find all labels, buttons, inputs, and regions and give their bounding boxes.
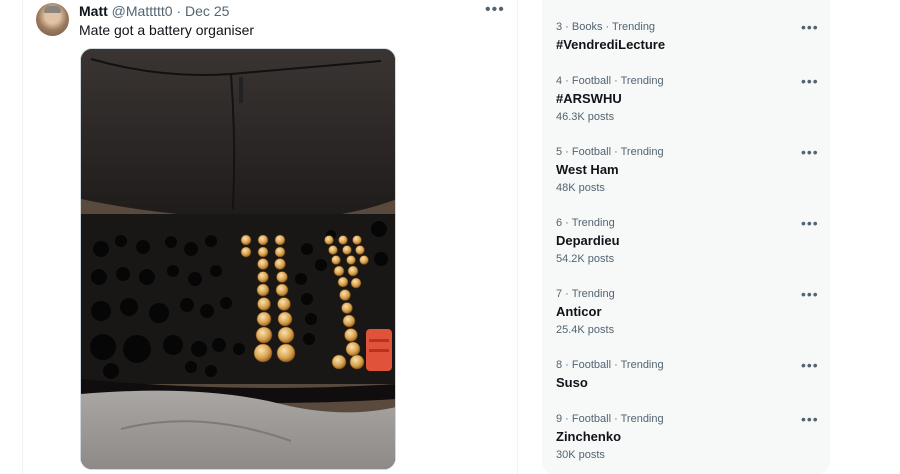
trend-meta: 5 · Football · Trending xyxy=(556,146,664,158)
tweet-text: Mate got a battery organiser xyxy=(79,22,255,38)
trend-meta: 4 · Football · Trending xyxy=(556,75,664,87)
more-icon[interactable]: ••• xyxy=(801,144,819,160)
trend-name: #VendrediLecture xyxy=(556,37,666,52)
trend-name: Depardieu xyxy=(556,233,620,248)
trend-meta: 7 · Trending xyxy=(556,288,615,300)
battery-organiser-image xyxy=(81,49,395,469)
tweet-photo[interactable] xyxy=(80,48,396,470)
trend-post-count: 48K posts xyxy=(556,182,605,194)
more-icon[interactable]: ••• xyxy=(801,215,819,231)
tweet-date[interactable]: Dec 25 xyxy=(185,3,229,19)
trend-post-count: 30K posts xyxy=(556,449,605,461)
trend-name: West Ham xyxy=(556,162,619,177)
trend-name: Anticor xyxy=(556,304,602,319)
trend-name: Zinchenko xyxy=(556,429,622,444)
author-handle[interactable]: @Mattttt0 xyxy=(112,3,173,19)
trend-name: Suso xyxy=(556,375,588,390)
trend-meta: 9 · Football · Trending xyxy=(556,413,664,425)
trend-post-count: 54.2K posts xyxy=(556,253,615,265)
more-icon[interactable]: ••• xyxy=(801,19,819,35)
trend-meta: 3 · Books · Trending xyxy=(556,21,656,33)
more-icon[interactable]: ••• xyxy=(801,73,819,89)
tweet-header: Matt @Mattttt0 · Dec 25 xyxy=(79,3,229,19)
more-icon[interactable]: ••• xyxy=(801,411,819,427)
more-icon[interactable]: ••• xyxy=(801,286,819,302)
trends-sidebar: 3 · Books · Trending #VendrediLecture ••… xyxy=(542,0,830,474)
separator-dot: · xyxy=(176,3,182,19)
trend-meta: 6 · Trending xyxy=(556,217,615,229)
author-name[interactable]: Matt xyxy=(79,3,108,19)
more-icon[interactable]: ••• xyxy=(485,1,505,19)
trend-name: #ARSWHU xyxy=(556,91,622,106)
avatar[interactable] xyxy=(36,3,69,36)
trend-post-count: 46.3K posts xyxy=(556,111,615,123)
tweet[interactable]: Matt @Mattttt0 · Dec 25 ••• Mate got a b… xyxy=(23,0,517,474)
column-border-right xyxy=(517,0,518,474)
trend-post-count: 25.4K posts xyxy=(556,324,615,336)
more-icon[interactable]: ••• xyxy=(801,357,819,373)
trend-meta: 8 · Football · Trending xyxy=(556,359,664,371)
